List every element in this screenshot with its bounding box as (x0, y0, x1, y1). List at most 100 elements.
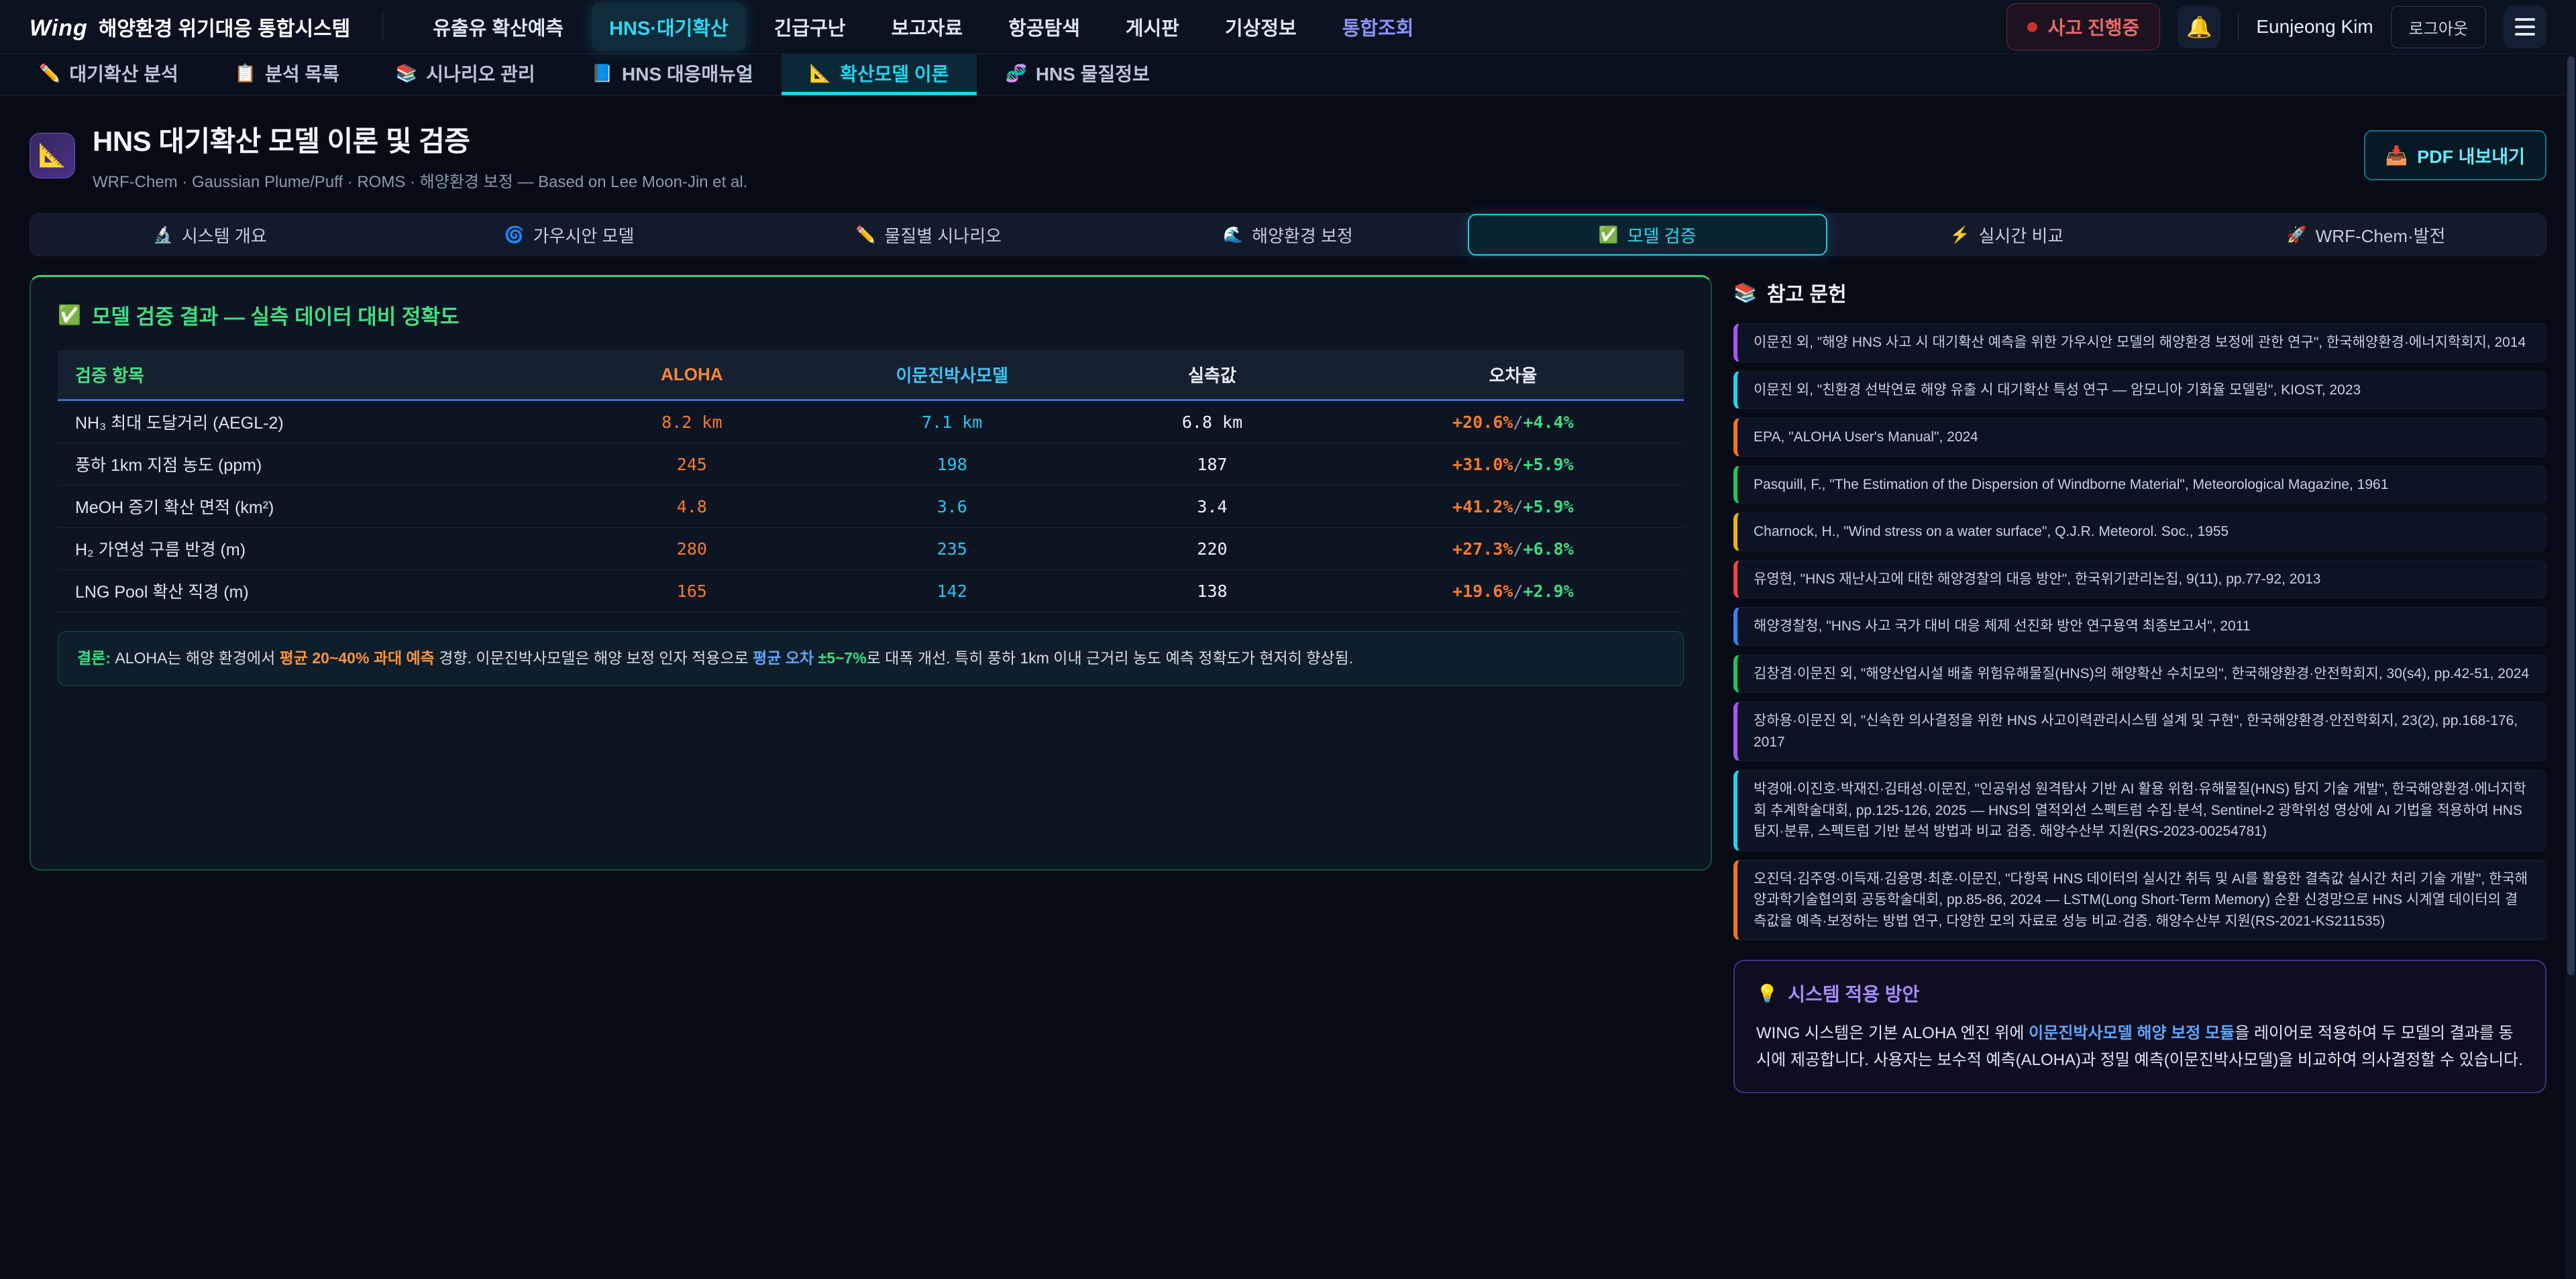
subnav-item-model-theory[interactable]: 📐 확산모델 이론 (782, 54, 977, 95)
nav-item-aerial-search[interactable]: 항공탐색 (991, 3, 1097, 51)
tab-system-overview[interactable]: 🔬 시스템 개요 (30, 214, 390, 256)
error-lee: +5.9% (1523, 497, 1574, 516)
subnav-item-scenario-mgmt[interactable]: 📚 시나리오 관리 (368, 54, 564, 95)
model-validation-card: ✅ 모델 검증 결과 — 실측 데이터 대비 정확도 검증 항목 ALOHA 이… (30, 275, 1712, 871)
tab-substance-scenarios[interactable]: ✏️ 물질별 시나리오 (749, 214, 1108, 256)
user-name: Eunjeong Kim (2256, 16, 2373, 38)
triangle-ruler-icon: 📐 (38, 142, 66, 169)
row-aloha-value: 165 (561, 570, 822, 612)
subnav-item-analysis-list[interactable]: 📋 분석 목록 (207, 54, 368, 95)
references-title: 📚 참고 문헌 (1733, 278, 2546, 307)
tab-wrf-chem[interactable]: 🚀 WRF-Chem·발전 (2186, 214, 2546, 256)
page-icon-badge: 📐 (30, 133, 75, 178)
row-aloha-value: 4.8 (561, 486, 822, 528)
error-lee: +5.9% (1523, 455, 1574, 474)
references-title-text: 참고 문헌 (1767, 278, 1847, 307)
incident-status-badge: 사고 진행중 (2006, 3, 2161, 50)
tab-label: 시스템 개요 (182, 223, 267, 247)
application-text: WING 시스템은 기본 ALOHA 엔진 위에 (1756, 1024, 2029, 1042)
microscope-icon: 🔬 (153, 225, 173, 245)
row-lee-value: 235 (822, 528, 1082, 570)
reference-item: 해양경찰청, "HNS 사고 국가 대비 대응 체제 선진화 방안 연구용역 최… (1733, 607, 2546, 646)
reference-item: 유영현, "HNS 재난사고에 대한 해양경찰의 대응 방안", 한국위기관리논… (1733, 560, 2546, 599)
error-separator: / (1513, 497, 1523, 516)
validation-title-text: 모델 검증 결과 — 실측 데이터 대비 정확도 (92, 300, 460, 330)
subnav-label: 확산모델 이론 (840, 60, 949, 87)
note-text: ALOHA는 해양 환경에서 (111, 649, 280, 667)
column-header-error: 오차율 (1342, 350, 1684, 400)
page-scrollbar[interactable] (2566, 0, 2576, 1279)
pen-icon: ✏️ (856, 225, 876, 245)
error-lee: +4.4% (1523, 412, 1574, 432)
books-icon: 📚 (1733, 282, 1757, 304)
menu-button[interactable] (2504, 5, 2546, 48)
row-lee-value: 7.1 km (822, 400, 1082, 443)
sub-navigation: ✏️ 대기확산 분석 📋 분석 목록 📚 시나리오 관리 📘 HNS 대응매뉴얼… (0, 54, 2576, 96)
subnav-label: HNS 물질정보 (1036, 60, 1150, 87)
system-application-card: 💡 시스템 적용 방안 WING 시스템은 기본 ALOHA 엔진 위에 이문진… (1733, 960, 2546, 1093)
row-error-values: +27.3%/+6.8% (1342, 528, 1684, 570)
tab-marine-correction[interactable]: 🌊 해양환경 보정 (1108, 214, 1468, 256)
error-aloha: +19.6% (1452, 581, 1513, 601)
subnav-item-hns-manual[interactable]: 📘 HNS 대응매뉴얼 (564, 54, 782, 95)
row-measured-value: 187 (1082, 443, 1342, 486)
cyclone-icon: 🌀 (504, 225, 525, 245)
reference-item: 이문진 외, "친환경 선박연료 해양 유출 시 대기확산 특성 연구 — 암모… (1733, 371, 2546, 410)
error-aloha: +27.3% (1452, 539, 1513, 559)
nav-item-oil-spill[interactable]: 유출유 확산예측 (415, 3, 581, 51)
notifications-button[interactable]: 🔔 (2178, 5, 2220, 48)
application-highlight: 이문진박사모델 해양 보정 모듈 (2029, 1024, 2235, 1042)
tab-model-validation[interactable]: ✅ 모델 검증 (1468, 214, 1827, 256)
row-measured-value: 138 (1082, 570, 1342, 612)
table-row: LNG Pool 확산 직경 (m) 165 142 138 +19.6%/+2… (58, 570, 1684, 612)
nav-item-weather[interactable]: 기상정보 (1208, 3, 1314, 51)
dna-icon: 🧬 (1005, 63, 1026, 84)
note-label: 결론: (77, 649, 111, 667)
subnav-item-hns-substance[interactable]: 🧬 HNS 물질정보 (977, 54, 1177, 95)
validation-table: 검증 항목 ALOHA 이문진박사모델 실측값 오차율 NH₃ 최대 도달거리 … (58, 350, 1684, 612)
nav-item-reports[interactable]: 보고자료 (873, 3, 980, 51)
logout-button[interactable]: 로그아웃 (2391, 6, 2486, 48)
main-content: ✅ 모델 검증 결과 — 실측 데이터 대비 정확도 검증 항목 ALOHA 이… (0, 275, 2576, 1093)
table-row: H₂ 가연성 구름 반경 (m) 280 235 220 +27.3%/+6.8… (58, 528, 1684, 570)
books-icon: 📚 (396, 63, 417, 84)
top-navigation: Wing 해양환경 위기대응 통합시스템 유출유 확산예측 HNS·대기확산 긴… (0, 0, 2576, 54)
column-header-aloha: ALOHA (561, 350, 822, 400)
row-error-values: +31.0%/+5.9% (1342, 443, 1684, 486)
nav-item-hns-atmos[interactable]: HNS·대기확산 (592, 3, 746, 51)
brand: Wing 해양환경 위기대응 통합시스템 (30, 12, 350, 42)
error-separator: / (1513, 581, 1523, 601)
subnav-item-atmos-analysis[interactable]: ✏️ 대기확산 분석 (11, 54, 207, 95)
error-aloha: +20.6% (1452, 412, 1513, 432)
application-title-text: 시스템 적용 방안 (1788, 980, 1919, 1007)
row-error-values: +19.6%/+2.9% (1342, 570, 1684, 612)
status-dot-icon (2027, 22, 2037, 32)
error-separator: / (1513, 412, 1523, 432)
table-header-row: 검증 항목 ALOHA 이문진박사모델 실측값 오차율 (58, 350, 1684, 400)
check-icon: ✅ (58, 304, 81, 326)
row-item: NH₃ 최대 도달거리 (AEGL-2) (58, 400, 561, 443)
error-aloha: +31.0% (1452, 455, 1513, 474)
pdf-export-button[interactable]: 📥 PDF 내보내기 (2364, 130, 2547, 180)
note-text: 경향. 이문진박사모델은 해양 보정 인자 적용으로 (435, 649, 753, 667)
reference-item: EPA, "ALOHA User's Manual", 2024 (1733, 418, 2546, 457)
scrollbar-thumb[interactable] (2567, 56, 2575, 975)
lightbulb-icon: 💡 (1756, 983, 1778, 1004)
row-error-values: +41.2%/+5.9% (1342, 486, 1684, 528)
nav-item-board[interactable]: 게시판 (1108, 3, 1197, 51)
error-separator: / (1513, 539, 1523, 559)
row-item: LNG Pool 확산 직경 (m) (58, 570, 561, 612)
note-highlight-green: ±5~7% (814, 649, 866, 667)
row-aloha-value: 245 (561, 443, 822, 486)
app-logo: Wing (30, 15, 88, 42)
references-sidebar: 📚 참고 문헌 이문진 외, "해양 HNS 사고 시 대기확산 예측을 위한 … (1733, 275, 2546, 1093)
tab-realtime-comparison[interactable]: ⚡ 실시간 비교 (1827, 214, 2187, 256)
check-icon: ✅ (1599, 225, 1619, 245)
table-row: 풍하 1km 지점 농도 (ppm) 245 198 187 +31.0%/+5… (58, 443, 1684, 486)
page-header-text: HNS 대기확산 모델 이론 및 검증 WRF-Chem · Gaussian … (93, 119, 747, 192)
nav-item-integrated-search[interactable]: 통합조회 (1325, 3, 1432, 51)
nav-item-emergency-rescue[interactable]: 긴급구난 (757, 3, 863, 51)
table-row: NH₃ 최대 도달거리 (AEGL-2) 8.2 km 7.1 km 6.8 k… (58, 400, 1684, 443)
tab-gaussian-model[interactable]: 🌀 가우시안 모델 (390, 214, 749, 256)
reference-item: Pasquill, F., "The Estimation of the Dis… (1733, 465, 2546, 504)
